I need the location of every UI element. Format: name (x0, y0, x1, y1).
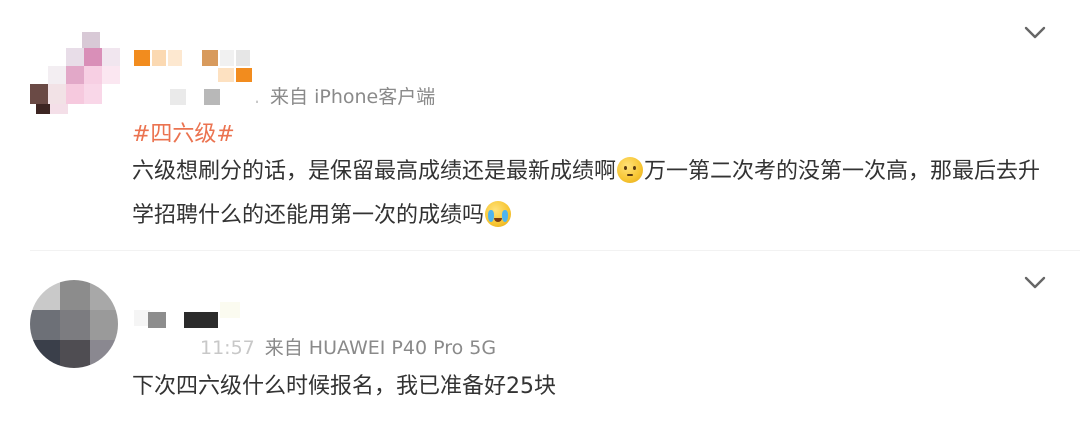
comment-item: 11:57 来自 HUAWEI P40 Pro 5G 下次四六级什么时候报名，我已… (0, 262, 1080, 423)
comment-meta: . 来自 iPhone客户端 (170, 82, 435, 109)
comment-text-part: 六级想刷分的话，是保留最高成绩还是最新成绩啊 (132, 159, 617, 184)
comment-source: 来自 HUAWEI P40 Pro 5G (264, 337, 497, 359)
comment-time: 11:57 (200, 337, 255, 359)
comment-time: . (254, 86, 261, 108)
comment-text: 六级想刷分的话，是保留最高成绩还是最新成绩啊 万一第二次考的没第一次高，那最后去升… (132, 150, 1052, 238)
divider (30, 250, 1080, 251)
comment-item: . 来自 iPhone客户端 #四六级# 六级想刷分的话，是保留最高成绩还是最新成… (0, 0, 1080, 251)
comment-meta: 11:57 来自 HUAWEI P40 Pro 5G (200, 333, 496, 360)
chevron-down-icon[interactable] (1020, 18, 1050, 48)
crying-face-icon (485, 201, 512, 227)
avatar[interactable] (30, 28, 120, 114)
comment-source: 来自 iPhone客户端 (270, 86, 436, 108)
username[interactable] (134, 50, 264, 82)
time-mosaic (204, 89, 220, 105)
avatar[interactable] (30, 280, 118, 368)
username[interactable] (134, 298, 274, 330)
hashtag-link[interactable]: #四六级# (132, 116, 235, 148)
time-mosaic (170, 89, 186, 105)
comment-text: 下次四六级什么时候报名，我已准备好25块 (132, 374, 556, 399)
thinking-face-icon (617, 157, 644, 183)
chevron-down-icon[interactable] (1020, 268, 1050, 298)
